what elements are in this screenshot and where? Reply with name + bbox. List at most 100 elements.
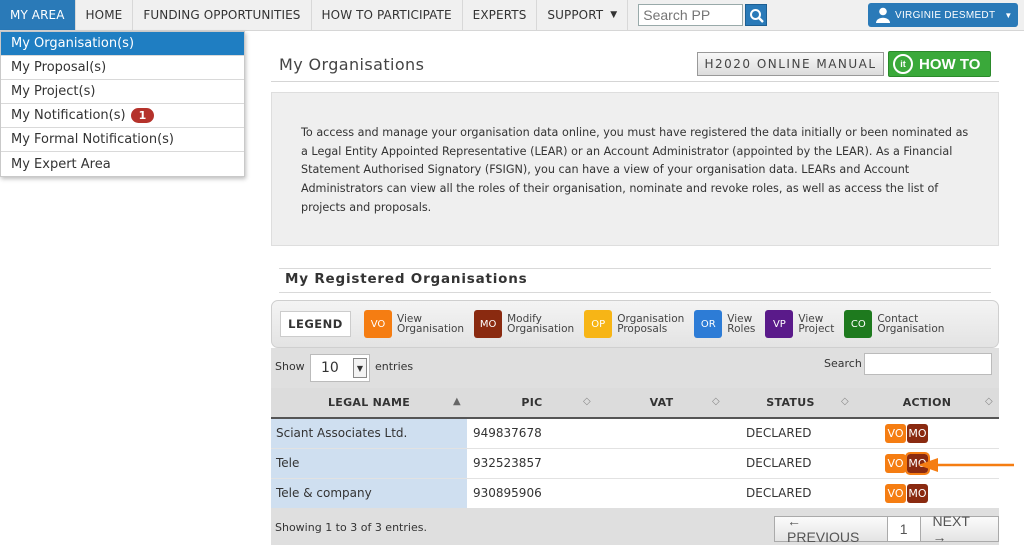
nav-support[interactable]: SUPPORT ▼ <box>537 0 629 30</box>
nav-my-area[interactable]: MY AREA <box>0 0 76 30</box>
annotation-arrow-icon <box>918 458 1014 472</box>
vp-badge-icon: VP <box>765 310 794 338</box>
section-divider <box>279 268 991 269</box>
pic-cell: 930895906 <box>467 477 597 508</box>
nav-support-label: SUPPORT <box>547 8 604 22</box>
organisations-table: LEGAL NAME ▲ PIC ◇ VAT ◇ STATUS ◇ ACTION ◇ Sc… <box>271 388 999 508</box>
legend-item-label: View Project <box>798 312 835 335</box>
table-search-input[interactable] <box>864 353 992 375</box>
info-panel: To access and manage your organisation d… <box>271 92 999 246</box>
legal-name-cell: Sciant Associates Ltd. <box>271 417 467 448</box>
legend-item-op: OP Organisation Proposals <box>584 310 684 338</box>
modify-organisation-button[interactable]: MO <box>907 483 928 503</box>
nav-home[interactable]: HOME <box>76 0 134 30</box>
next-page-button[interactable]: NEXT → <box>920 513 998 545</box>
table-body: Sciant Associates Ltd. 949837678 DECLARED V… <box>271 417 999 508</box>
nav-experts[interactable]: EXPERTS <box>463 0 538 30</box>
view-organisation-button[interactable]: VO <box>885 453 906 473</box>
table-search-label: Search <box>824 357 862 370</box>
notification-count-badge: 1 <box>130 108 155 123</box>
table-row[interactable]: Tele & company 930895906 DECLARED VO MO <box>271 477 999 508</box>
caret-down-icon: ▼ <box>353 358 367 378</box>
column-header-pic[interactable]: PIC ◇ <box>467 388 597 419</box>
how-to-label: HOW TO <box>919 55 981 73</box>
show-label: Show <box>275 360 305 373</box>
legend-item-label: View Roles <box>727 312 756 335</box>
action-cell: VO MO <box>855 417 999 448</box>
it-logo-icon: it <box>893 54 913 74</box>
page-number-button[interactable]: 1 <box>886 517 921 541</box>
caret-down-icon: ▼ <box>1004 10 1013 20</box>
legend-item-vo: VO View Organisation <box>364 310 464 338</box>
or-badge-icon: OR <box>694 310 723 338</box>
table-controls: Show 10 ▼ entries Search <box>271 348 999 388</box>
action-cell: VO MO <box>855 477 999 508</box>
user-icon <box>876 7 890 23</box>
legend-item-co: CO Contact Organisation <box>844 310 944 338</box>
column-header-action[interactable]: ACTION ◇ <box>855 388 999 419</box>
my-area-dropdown: My Organisation(s) My Proposal(s) My Pro… <box>0 31 245 177</box>
view-organisation-button[interactable]: VO <box>885 483 906 503</box>
status-cell: DECLARED <box>726 417 855 448</box>
legend-item-mo: MO Modify Organisation <box>474 310 574 338</box>
vat-cell <box>597 477 726 508</box>
legend-label: LEGEND <box>280 311 351 337</box>
column-header-legal-name[interactable]: LEGAL NAME ▲ <box>271 388 467 419</box>
modify-organisation-button[interactable]: MO <box>907 423 928 443</box>
pagination: ← PREVIOUS 1 NEXT → <box>774 513 999 545</box>
user-menu-button[interactable]: VIRGINIE DESMEDT ▼ <box>868 3 1018 27</box>
previous-page-button[interactable]: ← PREVIOUS <box>775 513 887 545</box>
menu-item-my-formal-notifications[interactable]: My Formal Notification(s) <box>1 128 244 152</box>
legend-item-vp: VP View Project <box>765 310 834 338</box>
vat-cell <box>597 417 726 448</box>
table-row[interactable]: Tele 932523857 DECLARED VO MO <box>271 447 999 478</box>
entries-label: entries <box>375 360 414 373</box>
top-navigation: MY AREA HOME FUNDING OPPORTUNITIES HOW T… <box>0 0 1024 31</box>
legend-item-label: Modify Organisation <box>507 312 575 335</box>
pic-cell: 949837678 <box>467 417 597 448</box>
table-info: Showing 1 to 3 of 3 entries. <box>275 521 427 534</box>
menu-item-my-projects[interactable]: My Project(s) <box>1 80 244 104</box>
online-manual-button[interactable]: H2020 ONLINE MANUAL <box>697 52 884 76</box>
organisations-table-wrapper: Show 10 ▼ entries Search LEGAL NAME ▲ PIC… <box>271 348 999 545</box>
co-badge-icon: CO <box>844 310 873 338</box>
nav-how-to-participate[interactable]: HOW TO PARTICIPATE <box>312 0 463 30</box>
pic-cell: 932523857 <box>467 447 597 478</box>
section-title: My Registered Organisations <box>285 271 528 287</box>
page-length-value: 10 <box>321 360 339 376</box>
mo-badge-icon: MO <box>474 310 503 338</box>
vo-badge-icon: VO <box>364 310 392 338</box>
nav-funding-opportunities[interactable]: FUNDING OPPORTUNITIES <box>133 0 312 30</box>
how-to-button[interactable]: it HOW TO <box>888 51 991 77</box>
status-cell: DECLARED <box>726 477 855 508</box>
legend-item-label: Contact Organisation <box>877 312 945 335</box>
legal-name-cell: Tele <box>271 447 467 478</box>
column-header-vat[interactable]: VAT ◇ <box>597 388 726 419</box>
section-divider <box>279 292 991 293</box>
column-header-status[interactable]: STATUS ◇ <box>726 388 855 419</box>
status-cell: DECLARED <box>726 447 855 478</box>
menu-item-my-organisations[interactable]: My Organisation(s) <box>1 32 244 56</box>
sort-icon: ◇ <box>985 396 993 407</box>
search-icon <box>750 9 765 23</box>
legend-items: VO View Organisation MO Modify Organisation OP… <box>364 310 954 338</box>
vat-cell <box>597 447 726 478</box>
menu-item-my-expert-area[interactable]: My Expert Area <box>1 152 244 176</box>
menu-item-my-notifications[interactable]: My Notification(s) 1 <box>1 104 244 128</box>
search-input[interactable] <box>638 4 744 26</box>
table-row[interactable]: Sciant Associates Ltd. 949837678 DECLARED V… <box>271 417 999 448</box>
menu-item-my-proposals[interactable]: My Proposal(s) <box>1 56 244 80</box>
legend: LEGEND VO View Organisation MO Modify Organis… <box>271 300 999 348</box>
view-organisation-button[interactable]: VO <box>885 423 906 443</box>
menu-item-label: My Notification(s) <box>11 108 126 123</box>
op-badge-icon: OP <box>584 310 613 338</box>
sort-icon: ◇ <box>841 396 849 407</box>
legend-item-label: Organisation Proposals <box>617 312 685 335</box>
sort-icon: ◇ <box>712 396 720 407</box>
sort-asc-icon: ▲ <box>453 396 461 407</box>
search-button[interactable] <box>745 4 768 26</box>
legend-item-or: OR View Roles <box>694 310 755 338</box>
table-footer: Showing 1 to 3 of 3 entries. ← PREVIOUS … <box>271 512 999 545</box>
legal-name-cell: Tele & company <box>271 477 467 508</box>
page-length-select[interactable]: 10 ▼ <box>310 354 370 382</box>
